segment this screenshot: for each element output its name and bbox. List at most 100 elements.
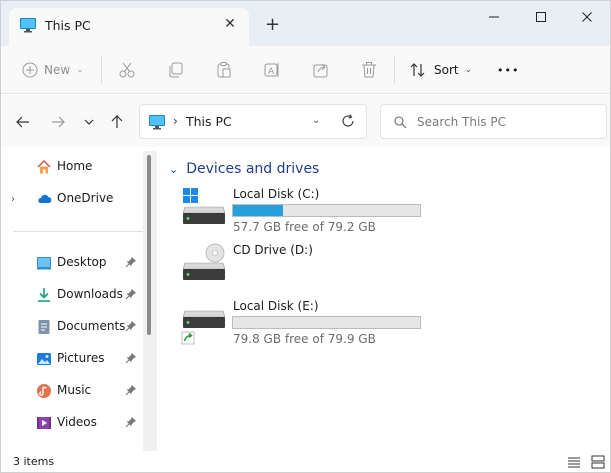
- item-count: 3 items: [13, 455, 55, 468]
- tiles-view-icon[interactable]: [590, 454, 606, 470]
- sidebar-item-onedrive[interactable]: › OneDrive: [1, 185, 147, 213]
- sidebar-item-home[interactable]: Home: [1, 153, 147, 181]
- file-explorer-window: This PC ✕ + New ⌄ A Sort ⌄ ••• › This PC…: [0, 0, 611, 473]
- desktop-folder-icon: [37, 257, 51, 270]
- command-bar: New ⌄ A Sort ⌄ •••: [1, 46, 610, 94]
- sidebar-item-documents[interactable]: Documents: [1, 313, 147, 341]
- refresh-icon[interactable]: [340, 113, 356, 129]
- maximize-icon: [536, 12, 546, 22]
- arrow-up-icon: [111, 115, 123, 128]
- navigation-pane: Home › OneDrive Desktop Downloads Docume…: [1, 147, 157, 451]
- sidebar-item-downloads[interactable]: Downloads: [1, 281, 147, 309]
- drive-name: Local Disk (E:): [233, 299, 319, 313]
- drive-usage-bar: [232, 204, 421, 217]
- pin-icon[interactable]: [125, 384, 137, 396]
- pin-icon[interactable]: [125, 320, 137, 332]
- arrow-left-icon: [16, 116, 29, 128]
- close-icon: [582, 12, 592, 22]
- new-label: New: [44, 63, 71, 77]
- forward-button[interactable]: [48, 112, 68, 132]
- back-button[interactable]: [13, 112, 33, 132]
- copy-button[interactable]: [167, 58, 185, 82]
- content-pane: ⌄ Devices and drives Local Disk (C:) 57.…: [159, 147, 610, 451]
- downloads-icon: [38, 288, 50, 302]
- drive-name: Local Disk (C:): [233, 187, 320, 201]
- pin-icon[interactable]: [125, 352, 137, 364]
- sidebar-item-label: Desktop: [57, 255, 107, 269]
- address-bar[interactable]: › This PC ⌄: [139, 104, 367, 139]
- drive-free-space: 79.8 GB free of 79.9 GB: [233, 332, 376, 346]
- videos-icon: [37, 417, 51, 429]
- pin-icon[interactable]: [125, 288, 137, 300]
- recent-locations-button[interactable]: [79, 112, 99, 132]
- paste-button[interactable]: [215, 58, 233, 82]
- chevron-down-icon: ⌄: [76, 65, 84, 75]
- tab-title: This PC: [45, 18, 91, 33]
- this-pc-icon: [149, 115, 165, 130]
- status-bar: 3 items: [1, 451, 610, 472]
- minimize-button[interactable]: [471, 5, 517, 29]
- maximize-button[interactable]: [518, 5, 564, 29]
- group-title: Devices and drives: [186, 161, 320, 177]
- paste-icon: [217, 62, 231, 78]
- expand-chevron-icon[interactable]: ›: [11, 194, 15, 205]
- sidebar-item-label: Documents: [57, 319, 126, 333]
- this-pc-icon: [20, 18, 36, 33]
- onedrive-cloud-icon: [38, 194, 52, 203]
- sidebar-divider: [13, 231, 143, 232]
- breadcrumb-separator[interactable]: ›: [173, 114, 178, 128]
- drive-free-space: 57.7 GB free of 79.2 GB: [233, 220, 376, 234]
- music-icon: [37, 384, 51, 398]
- group-header-devices[interactable]: ⌄ Devices and drives: [169, 161, 319, 177]
- drive-tile-e[interactable]: Local Disk (E:) 79.8 GB free of 79.9 GB: [179, 299, 439, 355]
- sidebar-item-music[interactable]: Music: [1, 377, 147, 405]
- sidebar-item-label: Pictures: [57, 351, 105, 365]
- drive-usage-fill: [233, 205, 284, 216]
- tab-this-pc[interactable]: This PC ✕: [9, 8, 249, 46]
- rename-icon: A: [264, 63, 279, 77]
- home-icon: [37, 159, 51, 174]
- sidebar-item-label: Downloads: [57, 287, 123, 301]
- system-drive-icon: [182, 188, 226, 224]
- sidebar-scrollbar[interactable]: [143, 151, 157, 451]
- delete-button[interactable]: [360, 58, 378, 82]
- cut-button[interactable]: [118, 58, 136, 82]
- share-icon: [313, 63, 328, 78]
- more-icon: •••: [497, 63, 520, 77]
- close-button[interactable]: [564, 5, 610, 29]
- chevron-down-icon[interactable]: ⌄: [312, 115, 320, 126]
- drive-tile-d[interactable]: CD Drive (D:): [179, 243, 439, 299]
- sort-button[interactable]: Sort ⌄: [410, 58, 472, 82]
- sort-icon: [410, 63, 425, 77]
- drive-usage-bar: [232, 316, 421, 329]
- more-options-button[interactable]: •••: [497, 58, 519, 82]
- scrollbar-thumb[interactable]: [147, 155, 151, 335]
- toolbar-divider: [101, 56, 102, 84]
- drive-name: CD Drive (D:): [233, 243, 313, 257]
- new-button[interactable]: New ⌄: [22, 58, 84, 82]
- new-tab-icon[interactable]: +: [265, 16, 280, 34]
- cd-drive-icon: [182, 243, 226, 280]
- title-bar: This PC ✕ +: [1, 1, 610, 46]
- sidebar-item-desktop[interactable]: Desktop: [1, 249, 147, 277]
- sidebar-item-label: OneDrive: [57, 191, 114, 205]
- search-icon: [394, 116, 407, 129]
- pin-icon[interactable]: [125, 256, 137, 268]
- up-button[interactable]: [107, 112, 127, 132]
- search-box[interactable]: [380, 104, 607, 139]
- chevron-down-icon: [84, 119, 94, 125]
- rename-button[interactable]: A: [263, 58, 281, 82]
- sidebar-item-videos[interactable]: Videos: [1, 409, 147, 437]
- plus-icon: [22, 62, 38, 78]
- search-input[interactable]: [417, 112, 597, 132]
- toolbar-divider: [394, 56, 395, 84]
- collapse-chevron-icon[interactable]: ⌄: [169, 163, 178, 176]
- documents-icon: [38, 320, 50, 334]
- details-view-icon[interactable]: [566, 454, 582, 470]
- share-button[interactable]: [312, 58, 330, 82]
- pin-icon[interactable]: [125, 416, 137, 428]
- sidebar-item-pictures[interactable]: Pictures: [1, 345, 147, 373]
- breadcrumb-this-pc[interactable]: This PC: [186, 114, 232, 129]
- tab-close-icon[interactable]: ✕: [223, 17, 237, 31]
- drive-tile-c[interactable]: Local Disk (C:) 57.7 GB free of 79.2 GB: [179, 187, 439, 243]
